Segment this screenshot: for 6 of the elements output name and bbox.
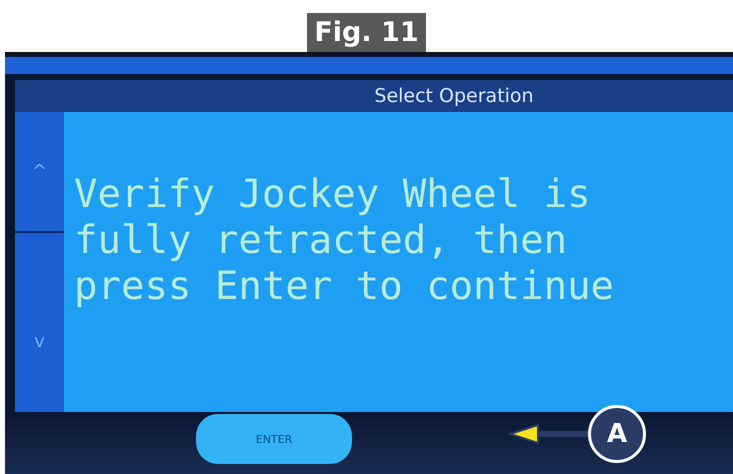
enter-button[interactable]: ENTER [196,414,352,464]
scroll-up-button[interactable]: ^ [15,112,64,231]
screen-title: Select Operation [15,80,733,112]
figure-label: Fig. 11 [307,13,426,52]
instruction-message: Verify Jockey Wheel is fully retracted, then press Enter to continue [74,172,614,310]
scroll-down-button[interactable]: v [15,233,64,412]
